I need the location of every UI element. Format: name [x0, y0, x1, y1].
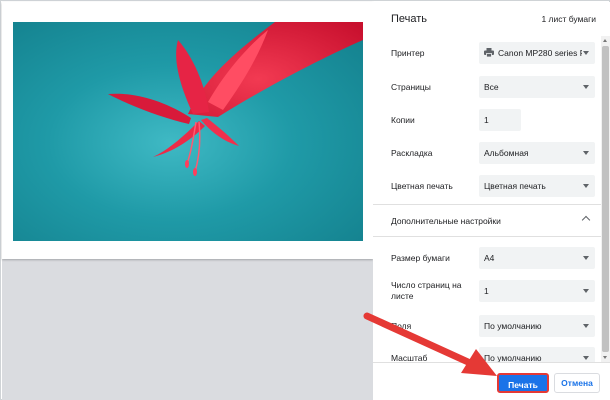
pages-per-sheet-select[interactable]: 1 — [479, 280, 595, 302]
print-dialog: Печать 1 лист бумаги Принтер Canon MP280… — [0, 0, 610, 400]
margins-value: По умолчанию — [484, 321, 542, 331]
color-label: Цветная печать — [391, 181, 453, 191]
printer-icon — [484, 48, 494, 57]
pages-value: Все — [484, 82, 499, 92]
chevron-down-icon — [583, 85, 589, 89]
printer-value: Canon MP280 series P — [498, 48, 582, 58]
divider — [373, 204, 601, 205]
chevron-down-icon — [583, 324, 589, 328]
setting-row-printer: Принтер Canon MP280 series P — [373, 40, 601, 66]
copies-label: Копии — [391, 115, 415, 125]
chevron-down-icon — [583, 51, 589, 55]
margins-select[interactable]: По умолчанию — [479, 315, 595, 337]
color-value: Цветная печать — [484, 181, 546, 191]
scale-select[interactable]: По умолчанию — [479, 347, 595, 362]
setting-row-copies: Копии 1 — [373, 107, 601, 133]
settings-list: Принтер Canon MP280 series P Страницы Вс… — [373, 36, 601, 362]
advanced-settings-label: Дополнительные настройки — [391, 216, 501, 226]
panel-header: Печать 1 лист бумаги — [373, 2, 610, 36]
margins-label: Поля — [391, 321, 412, 331]
flower-image — [108, 22, 363, 176]
scroll-up-icon[interactable] — [603, 39, 607, 42]
paper-size-value: A4 — [484, 253, 495, 263]
chevron-down-icon — [583, 151, 589, 155]
setting-row-layout: Раскладка Альбомная — [373, 140, 601, 166]
settings-scrollbar[interactable] — [601, 36, 610, 362]
pages-per-sheet-label: Число страниц на листе — [391, 280, 462, 301]
pages-per-sheet-value: 1 — [484, 286, 489, 296]
pages-select[interactable]: Все — [479, 76, 595, 98]
setting-row-color: Цветная печать Цветная печать — [373, 173, 601, 199]
divider — [373, 236, 601, 237]
setting-row-pages-per-sheet: Число страниц на листе 1 — [373, 278, 601, 304]
color-select[interactable]: Цветная печать — [479, 175, 595, 197]
setting-row-scale: Масштаб По умолчанию — [373, 345, 601, 362]
pages-label: Страницы — [391, 82, 431, 92]
sheet-count: 1 лист бумаги — [541, 14, 596, 24]
advanced-settings-toggle[interactable]: Дополнительные настройки — [373, 206, 601, 236]
dialog-footer: Печать Отмена — [373, 362, 610, 400]
preview-page — [2, 2, 373, 259]
print-preview-area — [2, 2, 373, 400]
chevron-down-icon — [583, 356, 589, 360]
chevron-down-icon — [583, 256, 589, 260]
print-settings-panel: Печать 1 лист бумаги Принтер Canon MP280… — [373, 2, 610, 400]
paper-size-label: Размер бумаги — [391, 253, 450, 263]
paper-size-select[interactable]: A4 — [479, 247, 595, 269]
scrollbar-thumb[interactable] — [602, 46, 609, 352]
scale-value: По умолчанию — [484, 353, 542, 362]
layout-value: Альбомная — [484, 148, 529, 158]
chevron-down-icon — [583, 289, 589, 293]
layout-label: Раскладка — [391, 148, 433, 158]
chevron-down-icon — [583, 184, 589, 188]
copies-value: 1 — [484, 115, 489, 125]
setting-row-pages: Страницы Все — [373, 74, 601, 100]
printer-label: Принтер — [391, 48, 425, 58]
page-title: Печать — [391, 13, 428, 25]
printer-select[interactable]: Canon MP280 series P — [479, 42, 595, 64]
cancel-button[interactable]: Отмена — [554, 373, 600, 393]
preview-photo — [13, 22, 363, 241]
setting-row-margins: Поля По умолчанию — [373, 313, 601, 339]
copies-input[interactable]: 1 — [479, 109, 521, 131]
layout-select[interactable]: Альбомная — [479, 142, 595, 164]
print-button[interactable]: Печать — [497, 373, 549, 393]
scroll-down-icon[interactable] — [603, 356, 607, 359]
chevron-up-icon — [581, 215, 591, 225]
scale-label: Масштаб — [391, 353, 428, 362]
setting-row-paper-size: Размер бумаги A4 — [373, 245, 601, 271]
